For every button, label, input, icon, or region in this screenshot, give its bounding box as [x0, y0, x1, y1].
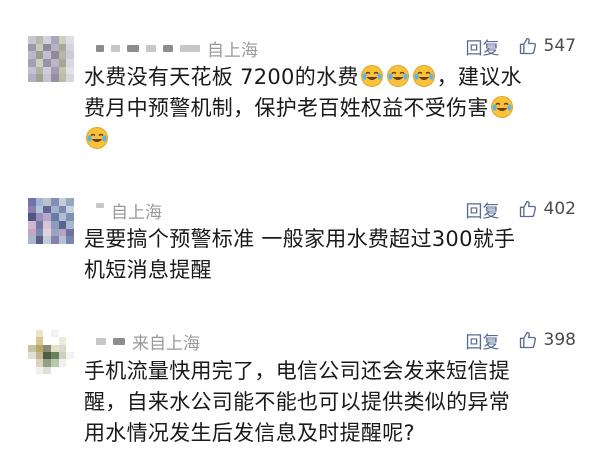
avatar[interactable]: [28, 198, 74, 244]
reply-button[interactable]: 回复: [466, 328, 500, 353]
crying-laughing-face-icon: [386, 65, 409, 87]
blurred-name: [180, 44, 200, 52]
username[interactable]: 自上海: [96, 36, 258, 61]
thumbs-up-icon: [519, 200, 536, 218]
username[interactable]: 来自上海: [96, 329, 200, 354]
reply-button[interactable]: 回复: [466, 34, 500, 59]
like-count: 547: [543, 36, 576, 56]
comment-text: 是要搞个预警标准 一般家用水费超过300就手 机短消息提醒: [84, 227, 516, 282]
username[interactable]: 自上海: [96, 198, 162, 223]
thumbs-up-icon: [519, 331, 536, 349]
like-button[interactable]: 398: [518, 330, 576, 350]
location-label: 来自上海: [132, 333, 200, 354]
blurred-name: [96, 202, 104, 208]
like-count: 402: [543, 199, 576, 219]
thumbs-up-icon: [519, 37, 536, 55]
like-count: 398: [543, 330, 576, 350]
crying-laughing-face-icon: [86, 127, 108, 149]
comment-text: 水费没有天花板 7200的水费 ，建议水 费月中预警机制，保护老百姓权益不受伤害: [84, 62, 584, 155]
comment-text: 手机流量快用完了，电信公司还会发来短信提 醒，自来水公司能不能也可以提供类似的异…: [84, 359, 510, 445]
blurred-name: [163, 44, 173, 52]
reply-button[interactable]: 回复: [466, 197, 500, 222]
blurred-name: [96, 44, 104, 52]
location-label: 自上海: [111, 202, 162, 223]
like-button[interactable]: 547: [518, 36, 576, 56]
avatar[interactable]: [28, 330, 74, 374]
location-label: 自上海: [207, 40, 258, 61]
avatar[interactable]: [28, 36, 74, 82]
blurred-name: [146, 44, 156, 52]
crying-laughing-face-icon: [412, 65, 435, 87]
crying-laughing-face-icon: [490, 96, 513, 118]
crying-laughing-face-icon: [360, 65, 383, 87]
blurred-name: [96, 337, 106, 345]
blurred-name: [127, 44, 139, 52]
like-button[interactable]: 402: [518, 199, 576, 219]
blurred-name: [111, 44, 120, 52]
blurred-name: [113, 337, 125, 345]
